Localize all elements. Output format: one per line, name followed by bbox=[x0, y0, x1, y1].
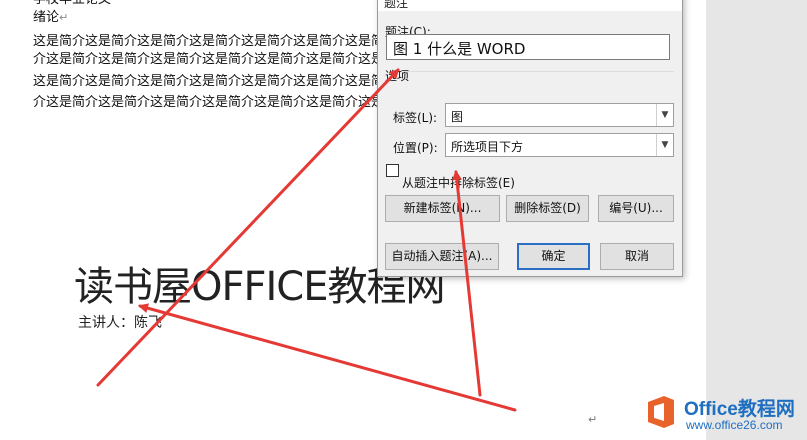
document-top-line: 学校毕业论文 bbox=[33, 0, 111, 9]
paragraph-line: 介这是简介这是简介这是简介这是简介这是简介这是简介这是简 bbox=[33, 95, 398, 110]
watermark-brand: Office教程网 bbox=[684, 399, 795, 420]
tag-select-value: 图 bbox=[451, 110, 464, 124]
dialog-title: 题注 bbox=[384, 0, 409, 10]
new-label-button[interactable]: 新建标签(N)... bbox=[385, 195, 500, 222]
options-group-divider bbox=[404, 71, 674, 72]
ok-button[interactable]: 确定 bbox=[517, 243, 590, 270]
position-select[interactable]: 所选项目下方 ▼ bbox=[445, 133, 674, 157]
position-select-value: 所选项目下方 bbox=[451, 140, 524, 154]
numbering-button[interactable]: 编号(U)... bbox=[598, 195, 674, 222]
delete-label-button[interactable]: 删除标签(D) bbox=[506, 195, 589, 222]
watermark: Office教程网 www.office26.com bbox=[640, 392, 807, 440]
tag-select[interactable]: 图 ▼ bbox=[445, 103, 674, 127]
author-line: 主讲人：陈飞 bbox=[78, 315, 162, 331]
chevron-down-icon[interactable]: ▼ bbox=[656, 104, 673, 126]
caption-input[interactable]: 图 1 什么是 WORD bbox=[386, 34, 670, 60]
paragraph-line: 这是简介这是简介这是简介这是简介这是简介这是简介这是简介 bbox=[33, 74, 398, 89]
watermark-url: www.office26.com bbox=[686, 418, 783, 432]
paragraph-line: 这是简介这是简介这是简介这是简介这是简介这是简介这是简 bbox=[33, 34, 385, 49]
cancel-button[interactable]: 取消 bbox=[600, 243, 674, 270]
document-heading: 绪论↵ bbox=[33, 10, 69, 25]
workspace-background bbox=[706, 0, 807, 440]
paragraph-line: 介这是简介这是简介这是简介这是简介这是简介这是简介这是简 bbox=[33, 52, 398, 67]
office-logo-icon bbox=[648, 396, 674, 428]
exclude-label-text[interactable]: 从题注中排除标签(E) bbox=[402, 174, 515, 191]
caption-dialog: 题注 题注(C): 图 1 什么是 WORD 选项 标签(L): 图 ▼ 位置(… bbox=[377, 0, 683, 277]
position-label: 位置(P): bbox=[393, 141, 438, 155]
dialog-title-bar[interactable]: 题注 bbox=[378, 0, 682, 11]
auto-insert-caption-button[interactable]: 自动插入题注(A)... bbox=[385, 243, 499, 270]
chevron-down-icon[interactable]: ▼ bbox=[656, 134, 673, 156]
options-group-label: 选项 bbox=[385, 69, 410, 83]
tag-label: 标签(L): bbox=[393, 111, 438, 125]
exclude-label-checkbox[interactable] bbox=[386, 164, 399, 177]
paragraph-mark: ↵ bbox=[588, 414, 598, 426]
